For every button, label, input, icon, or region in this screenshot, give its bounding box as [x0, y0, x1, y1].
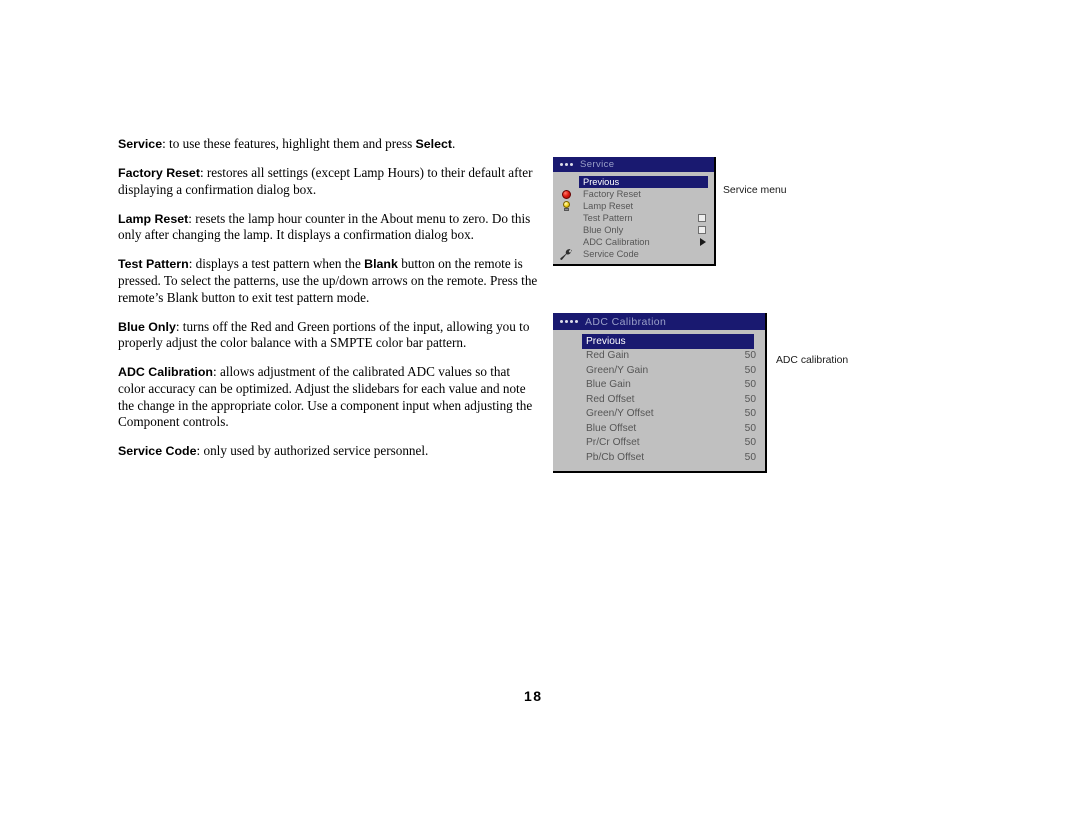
menu-level-dot: [560, 320, 563, 323]
service-menu-item-previous[interactable]: Previous: [579, 176, 708, 188]
menu-item-value[interactable]: 50: [730, 379, 756, 390]
menu-item-value[interactable]: 50: [730, 423, 756, 434]
menu-item-label: Previous: [583, 177, 620, 187]
adc-menu-title: ADC Calibration: [585, 315, 667, 328]
wrench-icon: [553, 248, 579, 260]
menu-item-label: Test Pattern: [583, 213, 633, 223]
menu-item-label: Blue Only: [583, 225, 624, 235]
paragraph-term: Blue Only: [118, 319, 176, 334]
wrench-icon: [559, 248, 573, 260]
adc-menu-item-red-gain[interactable]: Red Gain 50: [553, 349, 765, 364]
lamp-icon: [553, 200, 579, 212]
menu-item-label: Blue Gain: [586, 379, 631, 391]
service-menu-caption: Service menu: [723, 185, 787, 196]
service-menu-item-test-pattern[interactable]: Test Pattern: [553, 212, 714, 224]
paragraph-text: : turns off the Red and Green portions o…: [118, 318, 530, 351]
adc-menu-item-pr-cr-offset[interactable]: Pr/Cr Offset 50: [553, 436, 765, 451]
reset-icon: [553, 189, 579, 199]
adc-menu-item-pb-cb-offset[interactable]: Pb/Cb Offset 50: [553, 450, 765, 465]
body-paragraph: Blue Only: turns off the Red and Green p…: [118, 319, 538, 352]
menu-item-value[interactable]: 50: [730, 365, 756, 376]
menu-level-dot: [570, 320, 573, 323]
factory-reset-icon: [561, 189, 571, 199]
checkbox-icon[interactable]: [698, 214, 706, 222]
adc-calibration-menu-screenshot: ADC Calibration Previous Red Gain 50 Green/…: [553, 313, 767, 473]
menu-item-value[interactable]: 50: [730, 437, 756, 448]
lamp-icon: [561, 200, 572, 212]
body-paragraph: Service Code: only used by authorized se…: [118, 443, 538, 460]
service-menu-screenshot: Service Previous Factory Reset Lamp Reset T…: [553, 157, 716, 266]
page-number: 18: [524, 688, 543, 704]
adc-menu-item-green-y-offset[interactable]: Green/Y Offset 50: [553, 407, 765, 422]
body-paragraph: Service: to use these features, highligh…: [118, 136, 538, 153]
paragraph-text: : to use these features, highlight them …: [162, 136, 416, 151]
paragraph-emphasis: Blank: [364, 257, 398, 272]
paragraph-term: Lamp Reset: [118, 211, 189, 226]
adc-menu-item-previous[interactable]: Previous: [582, 334, 754, 349]
service-menu-title-bar: Service: [553, 157, 714, 172]
adc-menu-item-blue-offset[interactable]: Blue Offset 50: [553, 421, 765, 436]
body-paragraph: ADC Calibration: allows adjustment of th…: [118, 364, 538, 430]
service-menu-item-lamp-reset[interactable]: Lamp Reset: [553, 200, 714, 212]
service-menu-item-service-code[interactable]: Service Code: [553, 248, 714, 260]
paragraph-term: Service: [118, 137, 163, 151]
menu-item-label: Red Offset: [586, 393, 635, 405]
menu-item-label: Lamp Reset: [583, 201, 634, 211]
paragraph-emphasis: Select: [415, 137, 453, 151]
body-paragraph: Factory Reset: restores all settings (ex…: [118, 165, 538, 198]
menu-level-dot: [575, 320, 578, 323]
menu-item-label: Green/Y Offset: [586, 408, 654, 420]
paragraph-term: ADC Calibration: [118, 365, 213, 380]
menu-item-label: Factory Reset: [583, 189, 641, 199]
checkbox-icon[interactable]: [698, 226, 706, 234]
adc-menu-item-red-offset[interactable]: Red Offset 50: [553, 392, 765, 407]
paragraph-text: .: [452, 136, 456, 151]
body-copy-column: Service: to use these features, highligh…: [118, 136, 538, 472]
service-menu-item-factory-reset[interactable]: Factory Reset: [553, 188, 714, 200]
adc-menu-item-blue-gain[interactable]: Blue Gain 50: [553, 378, 765, 393]
paragraph-term: Factory Reset: [118, 166, 200, 181]
menu-item-label: Green/Y Gain: [586, 364, 649, 376]
menu-level-dot: [565, 163, 568, 166]
submenu-arrow-icon[interactable]: [700, 238, 706, 246]
menu-item-value[interactable]: 50: [730, 350, 756, 361]
menu-item-label: Pr/Cr Offset: [586, 437, 640, 449]
menu-item-label: Service Code: [583, 249, 639, 259]
body-paragraph: Lamp Reset: resets the lamp hour counter…: [118, 211, 538, 244]
body-paragraph: Test Pattern: displays a test pattern wh…: [118, 256, 538, 306]
adc-calibration-caption: ADC calibration: [776, 355, 849, 366]
paragraph-text: : only used by authorized service person…: [196, 443, 429, 459]
menu-item-label: ADC Calibration: [583, 237, 650, 247]
adc-menu-items: Previous Red Gain 50 Green/Y Gain 50 Blue Gai…: [553, 330, 765, 471]
adc-menu-title-bar: ADC Calibration: [553, 313, 765, 330]
menu-level-dots-icon: [560, 163, 573, 166]
menu-level-dot: [565, 320, 568, 323]
menu-item-label: Pb/Cb Offset: [586, 451, 645, 463]
menu-level-dots-icon: [560, 320, 578, 323]
menu-item-value[interactable]: 50: [730, 394, 756, 405]
adc-menu-item-green-y-gain[interactable]: Green/Y Gain 50: [553, 363, 765, 378]
menu-level-dot: [570, 163, 573, 166]
service-menu-items: Previous Factory Reset Lamp Reset Test Patt…: [553, 172, 714, 264]
menu-item-label: Previous: [586, 335, 626, 347]
paragraph-term: Test Pattern: [118, 257, 189, 272]
menu-item-label: Blue Offset: [586, 422, 637, 434]
menu-item-value[interactable]: 50: [730, 408, 756, 419]
menu-level-dot: [560, 163, 563, 166]
menu-item-value[interactable]: 50: [730, 452, 756, 463]
paragraph-text: : displays a test pattern when the: [188, 256, 365, 272]
service-menu-item-blue-only[interactable]: Blue Only: [553, 224, 714, 236]
menu-item-label: Red Gain: [586, 350, 630, 362]
paragraph-term: Service Code: [118, 444, 197, 459]
service-menu-title: Service: [580, 159, 615, 170]
service-menu-item-adc-calibration[interactable]: ADC Calibration: [553, 236, 714, 248]
